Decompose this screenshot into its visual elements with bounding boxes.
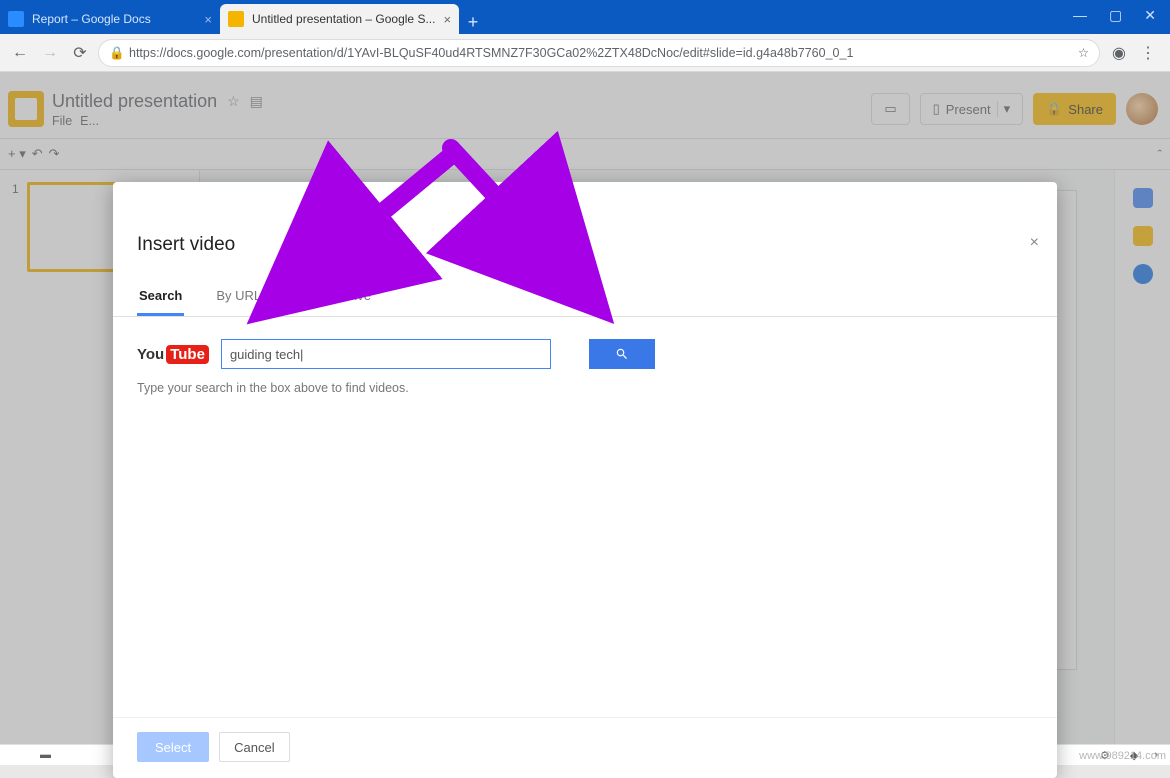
tab-title: Report – Google Docs	[32, 12, 151, 26]
insert-video-dialog: Insert video × Search By URL Google Driv…	[113, 182, 1057, 778]
notes-icon[interactable]: ▬	[40, 749, 51, 761]
reload-button[interactable]: ⟳	[68, 41, 92, 65]
url-text: https://docs.google.com/presentation/d/1…	[129, 46, 853, 60]
slides-icon	[228, 11, 244, 27]
browser-tab-slides[interactable]: Untitled presentation – Google S... ×	[220, 4, 459, 34]
back-button[interactable]: ←	[8, 41, 32, 65]
maximize-icon[interactable]: ▢	[1109, 7, 1122, 24]
forward-button[interactable]: →	[38, 41, 62, 65]
close-window-icon[interactable]: ✕	[1144, 7, 1156, 24]
watermark: www.989214.com	[1079, 750, 1166, 762]
new-tab-button[interactable]: +	[459, 10, 487, 34]
tab-by-url[interactable]: By URL	[214, 280, 263, 316]
youtube-tube: Tube	[166, 345, 209, 364]
star-icon[interactable]: ☆	[1078, 45, 1089, 60]
lock-icon: 🔒	[109, 46, 123, 60]
menu-icon[interactable]: ⋮	[1140, 43, 1156, 63]
browser-tab-docs[interactable]: Report – Google Docs ×	[0, 4, 220, 34]
youtube-you: You	[137, 346, 164, 363]
extension-icon[interactable]: ◉	[1112, 43, 1126, 63]
close-icon[interactable]: ×	[1030, 234, 1039, 252]
video-search-input[interactable]	[221, 339, 551, 369]
youtube-logo: You Tube	[137, 345, 209, 364]
annotation-arrow-right	[445, 142, 575, 268]
docs-icon	[8, 11, 24, 27]
tab-google-drive[interactable]: Google Drive	[293, 280, 373, 316]
close-icon[interactable]: ×	[443, 12, 451, 27]
minimize-icon[interactable]: —	[1073, 7, 1087, 23]
search-icon	[615, 347, 629, 361]
select-button[interactable]: Select	[137, 732, 209, 762]
close-icon[interactable]: ×	[204, 12, 212, 27]
dialog-title: Insert video	[113, 182, 1057, 274]
annotation-arrow-left	[304, 147, 464, 277]
search-button[interactable]	[589, 339, 655, 369]
tab-search[interactable]: Search	[137, 280, 184, 316]
search-hint: Type your search in the box above to fin…	[113, 377, 1057, 399]
tab-title: Untitled presentation – Google S...	[252, 12, 435, 26]
address-bar[interactable]: 🔒 https://docs.google.com/presentation/d…	[98, 39, 1100, 67]
cancel-button[interactable]: Cancel	[219, 732, 289, 762]
